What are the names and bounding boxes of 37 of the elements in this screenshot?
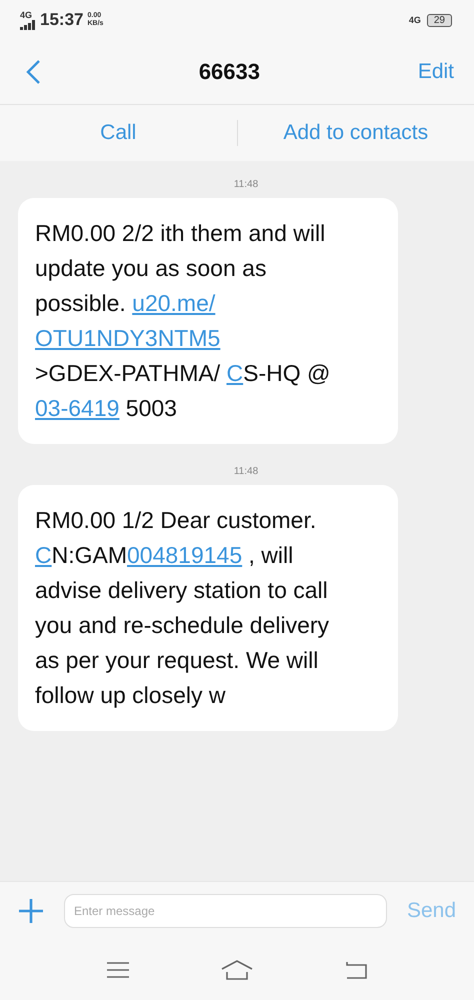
plus-icon[interactable] (18, 898, 44, 924)
message-text: , will (248, 542, 294, 568)
network-type: 4G (20, 10, 32, 20)
message-text: RM0.00 1/2 Dear customer. (35, 507, 316, 533)
message-time: 11:48 (232, 466, 260, 477)
message-link[interactable]: 03-6419 (35, 395, 120, 421)
network-type: 4G (408, 16, 421, 24)
conversation-title: 66633 (198, 59, 260, 85)
message-text: possible. (35, 290, 127, 316)
back-icon[interactable] (344, 961, 368, 979)
battery-level: 29 (426, 14, 452, 26)
add-contact-button[interactable]: Add to contacts (238, 113, 474, 153)
call-button[interactable]: Call (0, 113, 236, 153)
clock: 15:37 (40, 10, 84, 30)
message-time: 11:48 (232, 179, 260, 190)
message-text: you and re-schedule delivery (35, 612, 330, 638)
message-text: RM0.00 2/2 ith them and will (35, 220, 326, 246)
message-link[interactable]: C (226, 360, 244, 386)
home-icon[interactable] (220, 960, 253, 980)
message-link[interactable]: C (35, 542, 52, 568)
message-link[interactable]: 004819145 (127, 542, 242, 568)
message-field[interactable]: Enter message (64, 894, 387, 928)
back-icon[interactable] (25, 59, 41, 85)
signal-icon (20, 20, 36, 30)
message-text: update you as soon as (35, 255, 266, 281)
menu-icon[interactable] (106, 962, 130, 978)
message-text: follow up closely w (35, 682, 226, 708)
message-link[interactable]: OTU1NDY3NTM5 (35, 325, 220, 351)
message-link[interactable]: u20.me/ (132, 290, 216, 316)
message-text: advise delivery station to call (35, 577, 328, 603)
message-text: 5003 (124, 395, 177, 421)
send-button[interactable]: Send (406, 899, 456, 923)
message-text: as per your request. We will (35, 647, 318, 673)
edit-button[interactable]: Edit (418, 60, 454, 84)
message-text: S-HQ @ (243, 360, 330, 386)
message-text: >GDEX-PATHMA/ (35, 360, 222, 386)
message-text: N:GAM (52, 542, 128, 568)
